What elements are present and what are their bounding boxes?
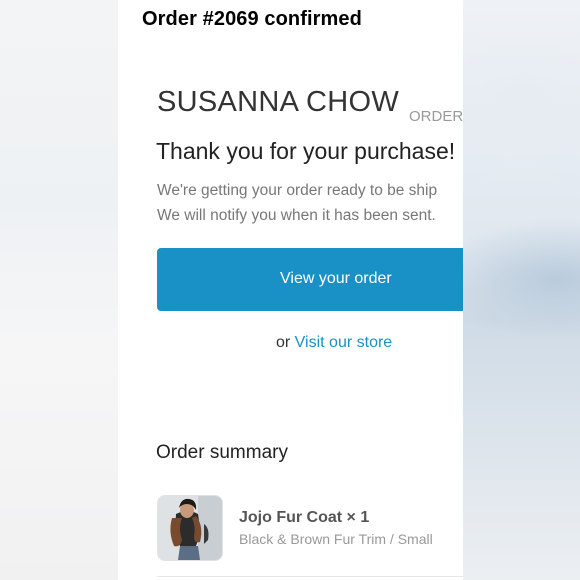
visit-store-link[interactable]: Visit our store [295, 334, 393, 351]
confirmation-message: We're getting your order ready to be shi… [157, 178, 437, 228]
thank-you-heading: Thank you for your purchase! [156, 138, 456, 164]
or-text: or [276, 334, 295, 351]
product-thumbnail[interactable] [157, 495, 223, 561]
order-number-label: ORDER [409, 108, 463, 125]
view-order-button-label: View your order [280, 270, 392, 287]
message-line-2: We will notify you when it has been sent… [157, 207, 436, 224]
background-right [463, 0, 580, 580]
page-title: Order #2069 confirmed [142, 8, 362, 30]
view-order-button[interactable]: View your order [157, 248, 463, 311]
order-summary-title: Order summary [156, 442, 288, 463]
email-card: SUSANNA CHOW ORDER Thank you for your pu… [118, 0, 463, 580]
message-line-1: We're getting your order ready to be shi… [157, 182, 438, 199]
summary-divider [157, 576, 463, 577]
store-name: SUSANNA CHOW [157, 86, 400, 118]
background-left [0, 0, 118, 580]
product-variant: Black & Brown Fur Trim / Small [239, 531, 433, 547]
product-photo-icon [158, 496, 222, 560]
visit-store-line: or Visit our store [276, 334, 392, 352]
product-name: Jojo Fur Coat × 1 [239, 509, 370, 526]
